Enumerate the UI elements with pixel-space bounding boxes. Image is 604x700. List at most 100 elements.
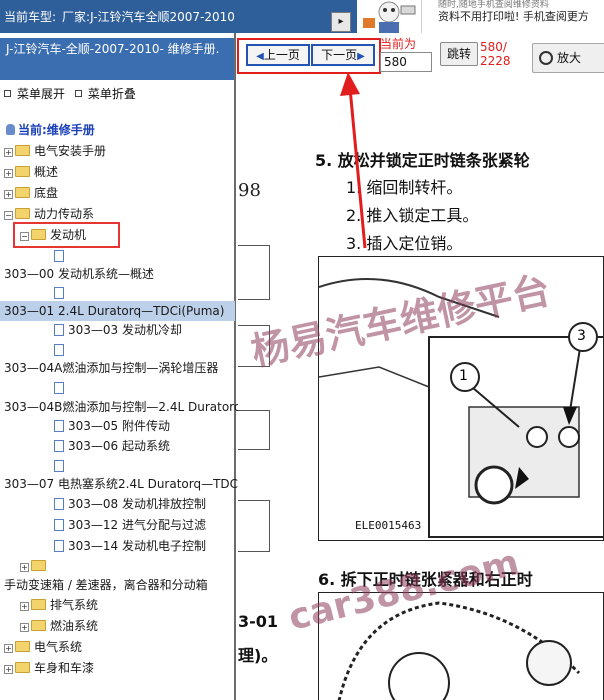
tree-item-page[interactable]	[54, 246, 68, 266]
substep-1: 1. 缩回制转杆。	[346, 178, 463, 197]
collapse-icon	[74, 90, 82, 97]
tree-item-303-01[interactable]: 303—01 2.4L Duratorq—TDCi(Puma)	[0, 301, 235, 321]
tree-item-303-04b[interactable]: 303—04B燃油添加与控制—2.4L Duratorq	[4, 397, 242, 417]
folder-icon	[15, 166, 30, 177]
tree-item-fuel[interactable]: + 燃油系统	[20, 616, 98, 636]
ad-banner[interactable]: 随时,随地手机查阅维修资料 资料不用打印啦! 手机查阅更方	[421, 0, 604, 33]
folder-icon	[31, 599, 46, 610]
page-icon	[54, 287, 64, 299]
expand-icon	[4, 90, 11, 97]
expand-toggle-icon[interactable]: +	[4, 148, 13, 157]
page-count-current: 580/	[480, 40, 507, 54]
tree-item-electrical[interactable]: + 电气系统	[4, 637, 82, 657]
folder-icon	[31, 560, 46, 571]
folder-icon	[15, 662, 30, 673]
page-number-input[interactable]	[380, 52, 432, 72]
tree-item-303-14[interactable]: 303—14 发动机电子控制	[54, 536, 206, 556]
expand-toggle-icon[interactable]: +	[4, 665, 13, 674]
mascot-image	[357, 0, 421, 33]
tree-item-exhaust[interactable]: + 排气系统	[20, 595, 98, 615]
folder-icon	[31, 620, 46, 631]
page-fragment-box	[238, 245, 270, 300]
app-root: 当前车型: 厂家:J-江铃汽车全顺2007-2010 ▸ 随时,随地手机查阅维修资…	[0, 0, 604, 700]
folder-icon	[15, 145, 30, 156]
expand-all-button[interactable]: 菜单展开	[17, 87, 65, 101]
expand-toggle-icon[interactable]: +	[4, 190, 13, 199]
timing-chain-diagram	[318, 592, 604, 700]
tree-item-303-08[interactable]: 303—08 发动机排放控制	[54, 494, 206, 514]
tree-item-303-07[interactable]: 303—07 电热塞系统2.4L Duratorq—TDCi	[4, 474, 241, 494]
tree-item-label: 手动变速箱 / 差速器，离合器和分动箱	[4, 578, 208, 592]
tree-item-chassis[interactable]: + 底盘	[4, 183, 58, 203]
folder-icon	[15, 187, 30, 198]
tree-item-page[interactable]	[54, 378, 68, 398]
engine-diagram: 1 3 ELE0015463	[318, 256, 604, 541]
page-count-total: 2228	[480, 54, 511, 68]
tree-item-303-05[interactable]: 303—05 附件传动	[54, 416, 170, 436]
text-fragment: 理)。	[238, 646, 278, 665]
callout-3: 3	[577, 328, 586, 344]
current-page-label: 当前为	[380, 37, 417, 51]
tree-item-label: 底盘	[34, 186, 59, 200]
ad-line-2: 资料不用打印啦! 手机查阅更方	[438, 10, 589, 23]
tree-item-label: 303—01 2.4L Duratorq—TDCi(Puma)	[4, 304, 225, 318]
step-5-heading: 5. 放松并锁定正时链条张紧轮	[315, 151, 530, 170]
tree-item-label: 燃油系统	[50, 619, 99, 633]
tree-item-page[interactable]	[54, 340, 68, 360]
tree-item-303-06[interactable]: 303—06 起动系统	[54, 436, 170, 456]
mascot-icon	[363, 1, 416, 33]
tree-item-label: 303—07 电热塞系统2.4L Duratorq—TDCi	[4, 477, 242, 491]
expand-toggle-icon[interactable]: +	[20, 563, 29, 572]
page-icon	[54, 498, 64, 510]
page-icon	[54, 324, 64, 336]
collapse-all-button[interactable]: 菜单折叠	[88, 87, 136, 101]
next-page-label: 下一页	[321, 48, 358, 62]
magnifier-icon	[539, 51, 553, 65]
tree-item-overview[interactable]: + 概述	[4, 162, 58, 182]
current-node[interactable]: 当前:维修手册	[6, 121, 95, 138]
tree-item-page[interactable]	[54, 456, 68, 476]
tree-item-303-00[interactable]: 303—00 发动机系统—概述	[4, 264, 154, 284]
page-fragment-box	[238, 325, 270, 367]
ad-line-1: 随时,随地手机查阅维修资料	[438, 0, 549, 10]
page-fragment-number: 98	[238, 180, 261, 201]
expand-toggle-icon[interactable]: +	[4, 169, 13, 178]
tree-item-303-04a[interactable]: 303—04A燃油添加与控制—涡轮增压器	[4, 358, 218, 378]
tree-item-powertrain[interactable]: − 动力传动系	[4, 204, 94, 224]
tree-item-303-03[interactable]: 303—03 发动机冷却	[54, 320, 182, 340]
prev-page-button[interactable]: ◀上一页	[246, 44, 310, 66]
callout-1: 1	[459, 368, 468, 384]
tree-item-electrical-install[interactable]: + 电气安装手册	[4, 141, 106, 161]
page-icon	[54, 344, 64, 356]
page-icon	[54, 440, 64, 452]
current-car: 当前车型: 厂家:J-江铃汽车全顺2007-2010	[4, 8, 235, 25]
engine-diagram-drawing	[319, 278, 603, 538]
tree-item-label: 303—04A燃油添加与控制—涡轮增压器	[4, 361, 219, 375]
arrow-right-icon: ▶	[357, 51, 365, 62]
page-count: 580/ 2228	[480, 40, 511, 68]
tree-item-label: 303—03 发动机冷却	[68, 323, 182, 337]
tree-item-303-12[interactable]: 303—12 进气分配与过滤	[54, 515, 206, 535]
tree-item-page[interactable]	[54, 283, 68, 303]
tree-item-label: 303—05 附件传动	[68, 419, 170, 433]
tree-item-label: 303—08 发动机排放控制	[68, 497, 206, 511]
tree-item-label: 排气系统	[50, 598, 99, 612]
page-icon	[54, 540, 64, 552]
menu-controls: 菜单展开 菜单折叠	[4, 85, 142, 102]
expand-toggle-icon[interactable]: +	[20, 602, 29, 611]
manual-title: J-江铃汽车-全顺-2007-2010- 维修手册.	[0, 38, 234, 80]
car-select-button[interactable]: ▸	[331, 12, 351, 32]
tree-item-label: 303—14 发动机电子控制	[68, 539, 206, 553]
engine-highlight-box	[13, 222, 120, 248]
expand-toggle-icon[interactable]: +	[20, 623, 29, 632]
tree-item-label: 车身和车漆	[34, 661, 95, 675]
expand-toggle-icon[interactable]: +	[4, 644, 13, 653]
zoom-button[interactable]: 放大	[532, 43, 604, 73]
tree-item-label: 303—06 起动系统	[68, 439, 170, 453]
next-page-button[interactable]: 下一页▶	[311, 44, 375, 66]
collapse-toggle-icon[interactable]: −	[4, 211, 13, 220]
tree-item-manual-transmission[interactable]: 手动变速箱 / 差速器，离合器和分动箱	[4, 575, 208, 595]
tree-item-folder[interactable]: +	[20, 556, 50, 576]
go-button[interactable]: 跳转	[440, 42, 478, 66]
tree-item-body-paint[interactable]: + 车身和车漆	[4, 658, 94, 678]
